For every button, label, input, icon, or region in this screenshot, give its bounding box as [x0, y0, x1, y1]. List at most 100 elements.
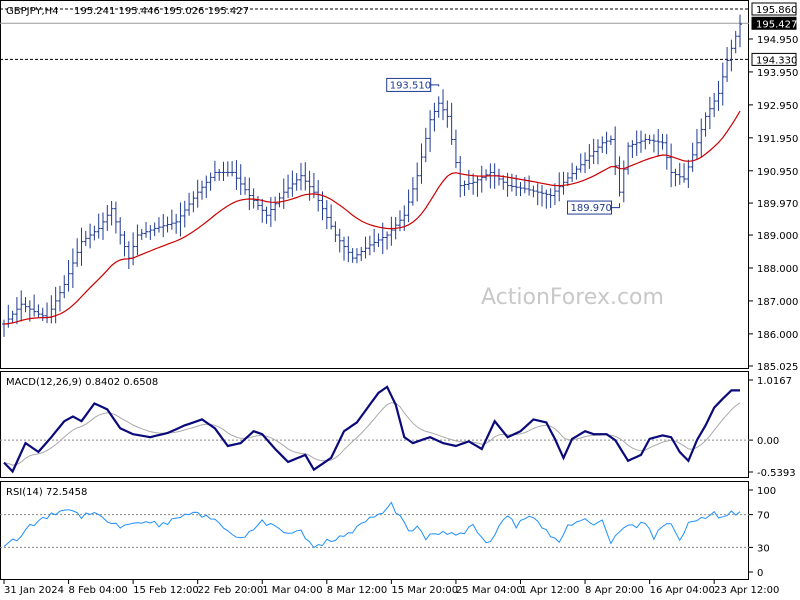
ohlc-bar: [36, 304, 41, 318]
ohlc-bar: [595, 139, 600, 165]
ohlc-bar: [600, 136, 605, 153]
ohlc-bar: [686, 159, 691, 188]
ohlc-bar: [333, 221, 338, 243]
ohlc-bar: [453, 129, 458, 169]
chart-svg: GBPJPY,H4 195.241 195.446 195.026 195.42…: [0, 0, 798, 596]
macd-title: MACD(12,26,9) 0.8402 0.6508: [6, 377, 158, 388]
ohlc-bar: [406, 189, 411, 223]
ohlc-bar: [738, 14, 742, 48]
ohlc-bar: [298, 162, 303, 191]
ohlc-bar: [152, 222, 157, 237]
ohlc-bar: [471, 173, 476, 195]
ohlc-bar: [92, 225, 97, 241]
ohlc-bar: [458, 156, 463, 198]
ohlc-bar: [57, 285, 62, 312]
ohlc-bar: [100, 212, 105, 240]
macd-axis-label: 0.00: [757, 436, 779, 447]
ohlc-bar: [557, 172, 562, 202]
ohlc-bar: [191, 191, 196, 213]
ohlc-bar: [643, 133, 648, 150]
ohlc-bar: [251, 188, 256, 209]
ohlc-bar: [109, 201, 114, 226]
ohlc-bar: [346, 236, 351, 262]
ohlc-bar: [385, 231, 390, 250]
price-axis-label: 187.000: [757, 297, 798, 308]
ohlc-bar: [70, 248, 75, 288]
ohlc-bar: [720, 62, 725, 106]
ohlc-bar: [664, 134, 669, 170]
ohlc-bar: [156, 217, 161, 233]
ohlc-bar: [608, 135, 613, 145]
ohlc-bar: [187, 192, 192, 216]
ohlc-bar: [423, 127, 428, 163]
price-box-top-label: 195.860: [756, 5, 797, 16]
rsi-axis-label: 100: [757, 486, 776, 497]
ohlc-bar: [647, 134, 652, 145]
ohlc-bar: [337, 228, 342, 253]
ohlc-bar: [294, 173, 299, 191]
ohlc-bar: [677, 162, 682, 185]
ohlc-bar: [178, 202, 183, 237]
ohlc-bar: [432, 102, 437, 132]
ohlc-bar: [195, 179, 200, 208]
ohlc-bar: [441, 89, 446, 121]
ohlc-bar: [621, 160, 626, 203]
symbol-title: GBPJPY,H4: [6, 6, 59, 17]
ohlc-bar: [169, 209, 174, 230]
ohlc-bar: [19, 290, 24, 322]
ohlc-bar: [10, 310, 15, 323]
ohlc-bar: [725, 47, 730, 83]
ohlc-bar: [552, 183, 557, 205]
ohlc-bar: [199, 180, 204, 200]
ohlc-bar: [234, 160, 239, 190]
ohlc-bar: [264, 206, 269, 224]
ohlc-bar: [23, 297, 28, 313]
ohlc-bar: [604, 131, 609, 155]
watermark: ActionForex.com: [481, 285, 664, 310]
ohlc-bar: [690, 142, 695, 172]
price-axis-label: 194.950: [757, 35, 798, 46]
ohlc-bar: [729, 39, 734, 72]
price-axis-label: 186.000: [757, 330, 798, 341]
price-axis: 194.950 193.950 192.950 191.950 190.950 189.9…: [749, 35, 798, 373]
price-box-resistance-label: 194.330: [756, 55, 797, 66]
ohlc-bar: [651, 134, 656, 153]
ohlc-bar: [144, 222, 149, 238]
ohlc-bar: [449, 102, 454, 145]
ohlc-bar: [694, 128, 699, 160]
ohlc-bar: [204, 175, 209, 198]
ohlc-bar: [712, 92, 717, 118]
ohlc-bar: [113, 201, 118, 234]
ohlc-bar: [131, 232, 136, 266]
ohlc-bar: [118, 217, 123, 245]
price-box-resistance: 194.330: [751, 52, 797, 66]
ohlc-bar: [466, 169, 471, 190]
ohlc-bar: [32, 294, 37, 317]
ohlc-values: 195.241 195.446 195.026 195.427: [74, 6, 249, 17]
ohlc-bar: [66, 259, 71, 292]
ohlc-bar: [574, 165, 579, 180]
ohlc-bar: [699, 118, 704, 157]
ohlc-bar: [389, 216, 394, 246]
ohlc-bar: [531, 185, 536, 198]
ohlc-bar: [479, 165, 484, 193]
ohlc-bar: [316, 180, 321, 212]
ohlc-bar: [703, 112, 708, 137]
time-axis-label: 25 Mar 04:00: [456, 585, 523, 596]
time-axis-label: 8 Feb 04:00: [69, 585, 128, 596]
ohlc-bar: [14, 297, 19, 325]
ohlc-bar: [260, 198, 265, 223]
ohlc-bar: [303, 162, 308, 191]
ohlc-bar: [286, 174, 291, 199]
time-axis-label: 15 Mar 20:00: [391, 585, 458, 596]
ohlc-bar: [247, 177, 252, 211]
macd-axis-label: 1.0167: [757, 376, 792, 387]
rsi-pane: RSI(14) 72.5458 100 70 30 0: [0, 481, 776, 580]
ohlc-bar: [496, 168, 501, 186]
ohlc-bar: [122, 231, 127, 257]
ohlc-bar: [570, 162, 575, 182]
ohlc-bar: [535, 183, 540, 206]
ohlc-bar: [45, 302, 50, 324]
price-axis-label: 193.950: [757, 68, 798, 79]
time-axis-label: 1 Mar 04:00: [262, 585, 322, 596]
